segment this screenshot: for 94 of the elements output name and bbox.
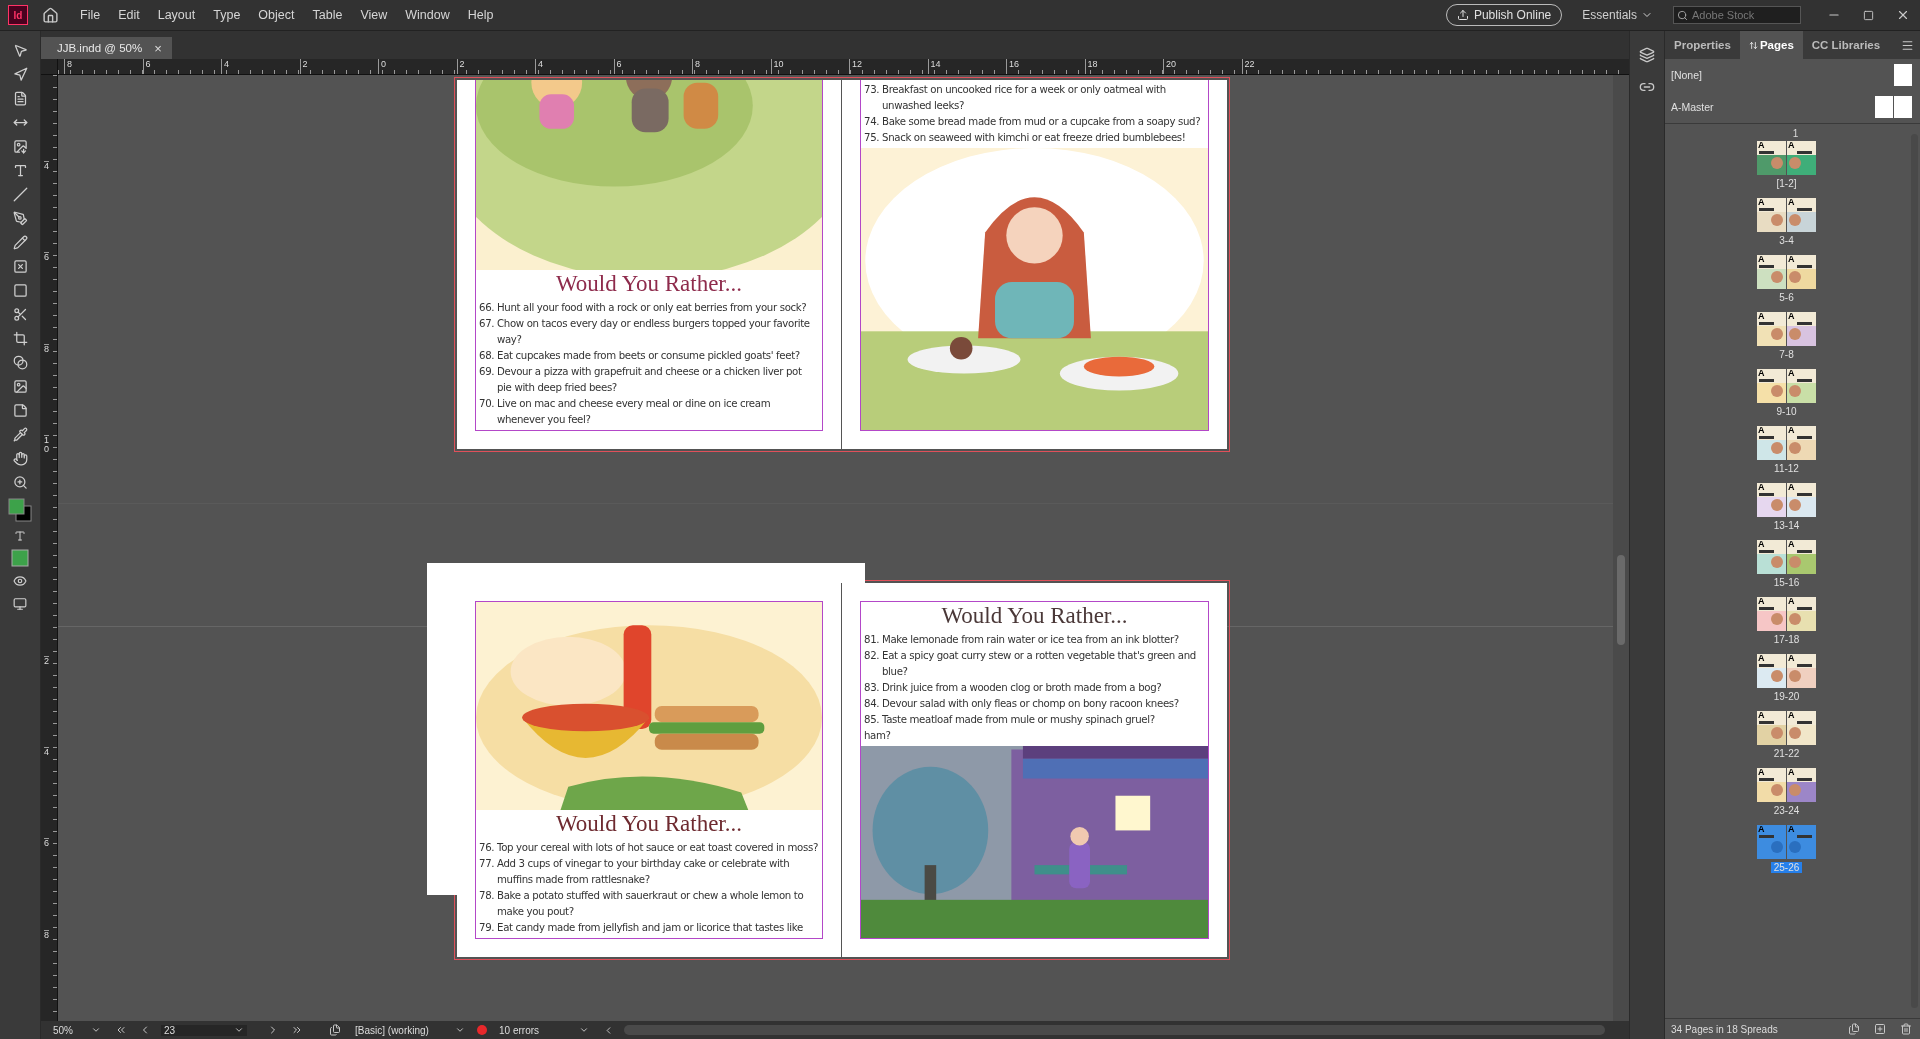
spread-label: 17-18: [1772, 634, 1801, 645]
layers-icon[interactable]: [1637, 45, 1657, 65]
spread-label: 5-6: [1778, 292, 1795, 303]
question-text: 81. Make lemonade from rain water or ice tea from an ink blotter?: [864, 633, 1180, 647]
panel-tab[interactable]: Properties: [1665, 31, 1740, 59]
question-text: 76. Top your cereal with lots of hot sauce or eat toast covered in moss?: [479, 841, 819, 855]
spread-label: 19-20: [1772, 691, 1801, 702]
question-text: 74. Bake some bread made from mud or a cupcake from a soapy sud?: [864, 115, 1202, 129]
fill-stroke-swatch-icon[interactable]: [7, 497, 33, 523]
page-title: Would You Rather...: [940, 602, 1129, 630]
spread-label: 25-26: [1770, 862, 1803, 873]
spread-label: 7-8: [1778, 349, 1795, 360]
question-text: 85. Taste meatloaf made from mule or mushy spinach gruel?: [864, 713, 1156, 727]
spread-thumbnail[interactable]: A A: [1757, 198, 1816, 232]
delete-page-icon[interactable]: [1898, 1021, 1914, 1037]
spread-label: 9-10: [1775, 406, 1798, 417]
spread-label: 3-4: [1778, 235, 1795, 246]
question-text: 67. Chow on tacos every day or endless burgers topped your favorite way?: [479, 317, 811, 347]
question-text: 73. Breakfast on uncooked rice for a week or only oatmeal with unwashed leeks?: [864, 83, 1167, 113]
spread-label: 21-22: [1772, 748, 1801, 759]
page-count-text: 34 Pages in 18 Spreads: [1671, 1023, 1779, 1035]
style-dropdown[interactable]: [Basic] (working): [351, 1024, 469, 1036]
spread-label: 13-14: [1772, 520, 1801, 531]
spread-thumbnail[interactable]: A A: [1757, 483, 1816, 517]
menu-item[interactable]: Type: [206, 5, 248, 25]
spread-thumbnail[interactable]: A A: [1757, 255, 1816, 289]
spread-thumbnail[interactable]: A A: [1757, 540, 1816, 574]
text-format-icon[interactable]: [12, 528, 28, 544]
question-text: 69. Devour a pizza with grapefruit and cheese or a chicken liver pot pie with deep fried bees?: [479, 365, 803, 395]
question-text: ham?: [864, 729, 892, 743]
sort-arrows-icon: [1748, 40, 1758, 50]
master-name[interactable]: A-Master: [1671, 101, 1714, 113]
open-document-icon[interactable]: [327, 1022, 343, 1038]
spread-label: 11-12: [1773, 463, 1800, 474]
panel-tab[interactable]: CC Libraries: [1802, 31, 1890, 59]
apply-color-icon[interactable]: [11, 549, 29, 567]
page-title: Would You Rather...: [555, 270, 743, 298]
caret-icon: [91, 1025, 101, 1035]
menu-item[interactable]: Object: [251, 5, 302, 25]
spread-label: 15-16: [1772, 577, 1801, 588]
master-name[interactable]: [None]: [1671, 69, 1702, 81]
menu-item[interactable]: Layout: [150, 5, 203, 25]
question-text: 82. Eat a spicy goat curry stew or a rotten vegetable that's green and blue?: [864, 649, 1197, 679]
question-text: 70. Live on mac and cheese every meal or dine on ice cream whenever you feel?: [479, 397, 772, 427]
menu-item[interactable]: View: [353, 5, 395, 25]
menu-item[interactable]: Edit: [111, 5, 147, 25]
upload-icon: [1456, 9, 1469, 21]
spread-thumbnail[interactable]: A A: [1757, 597, 1816, 631]
question-text: 78. Bake a potato stuffed with sauerkraut or chew a whole lemon to make you pout?: [479, 889, 805, 919]
spread-thumbnail[interactable]: A A: [1757, 312, 1816, 346]
stock-search-field[interactable]: Adobe Stock: [1673, 6, 1801, 24]
page-number-field[interactable]: 23: [161, 1024, 247, 1036]
spread-label: 23-24: [1772, 805, 1801, 816]
menu-item[interactable]: Help: [460, 5, 501, 25]
menu-item[interactable]: File: [73, 5, 108, 25]
spread-thumbnail[interactable]: A A: [1757, 768, 1816, 802]
error-status-dot: [477, 1025, 487, 1035]
spread-thumbnail[interactable]: A A: [1757, 654, 1816, 688]
preflight-errors-dropdown[interactable]: 10 errors: [495, 1024, 593, 1036]
zoom-dropdown[interactable]: 50%: [49, 1024, 105, 1036]
spread-thumbnail[interactable]: A A: [1757, 825, 1816, 859]
facing-pages-icon[interactable]: [1875, 96, 1912, 118]
question-text: 77. Add 3 cups of vinegar to your birthday cake or celebrate with muffins made from rattlesnake?: [479, 857, 791, 887]
spread-thumbnail[interactable]: A A: [1757, 141, 1816, 175]
document-tab[interactable]: JJB.indd @ 50% ×: [41, 37, 172, 59]
panel-tab[interactable]: Pages: [1739, 31, 1803, 59]
spread-thumbnail[interactable]: A A: [1757, 426, 1816, 460]
caret-icon: [234, 1025, 244, 1035]
search-icon: [1677, 10, 1688, 21]
spread-thumbnail[interactable]: A A: [1757, 369, 1816, 403]
question-text: 84. Devour salad with only fleas or chomp on bony racoon knees?: [864, 697, 1180, 711]
menu-item[interactable]: Table: [305, 5, 350, 25]
page-number: 1: [1792, 128, 1799, 139]
horizontal-scrollbar[interactable]: [624, 1025, 1605, 1035]
question-text: 79. Eat candy made from jellyfish and jam or licorice that tastes like: [479, 921, 804, 935]
page-title: Would You Rather...: [555, 810, 743, 838]
new-page-icon[interactable]: [1872, 1021, 1888, 1037]
spread-label: [1-2]: [1775, 178, 1798, 189]
caret-icon: [579, 1025, 589, 1035]
app-logo: Id: [8, 5, 28, 25]
horizontal-ruler: 8 6 4 2 0 2 4 6 8 10 12 14 16 18 20 22: [58, 59, 1629, 75]
spread-thumbnail[interactable]: A A: [1757, 711, 1816, 745]
question-text: 68. Eat cupcakes made from beets or consume pickled goats' feet?: [479, 349, 801, 363]
question-text: 83. Drink juice from a wooden clog or broth made from a bog?: [864, 681, 1163, 695]
caret-icon: [455, 1025, 465, 1035]
question-text: 66. Hunt all your food with a rock or only eat berries from your sock?: [479, 301, 808, 315]
vertical-ruler: 4 6 8 10 2 4 6 8: [41, 75, 58, 1021]
screen-mode-icon[interactable]: [11, 595, 29, 613]
workspace-dropdown[interactable]: Essentials: [1576, 7, 1659, 23]
edit-page-size-icon[interactable]: [1846, 1021, 1862, 1037]
question-text: 75. Snack on seaweed with kimchi or eat freeze dried bumblebees!: [864, 131, 1187, 145]
close-tab-button[interactable]: ×: [154, 40, 162, 56]
scrollbar-thumb[interactable]: [1617, 555, 1625, 645]
menu-item[interactable]: Window: [398, 5, 457, 25]
